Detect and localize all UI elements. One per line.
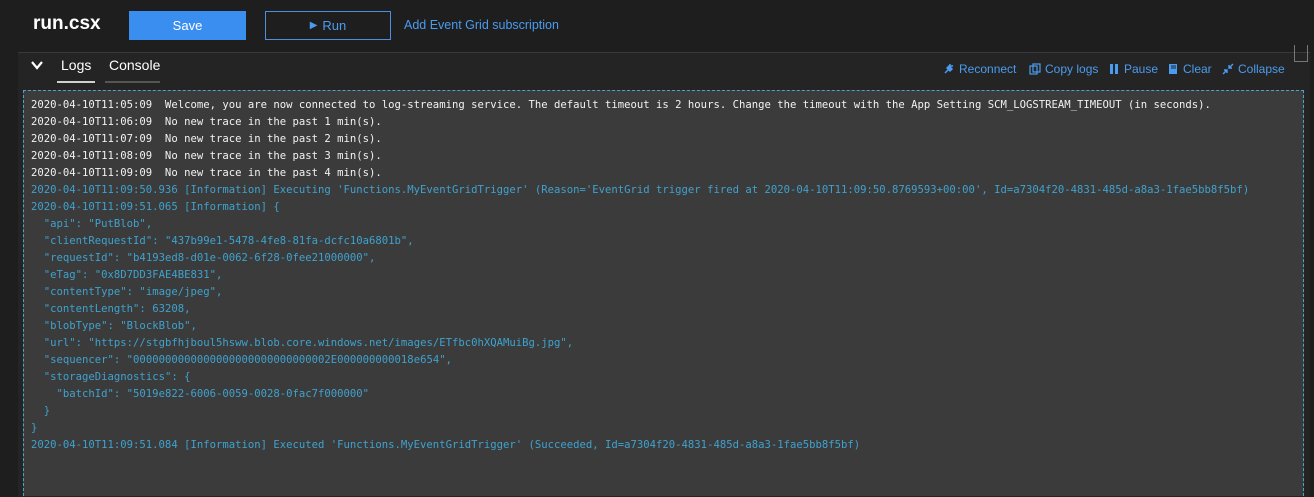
tab-logs-indicator [57, 81, 95, 83]
log-line: 2020-04-10T11:08:09 No new trace in the … [31, 150, 382, 162]
plug-icon [944, 64, 954, 74]
log-line: 2020-04-10T11:07:09 No new trace in the … [31, 133, 382, 145]
reconnect-label: Reconnect [959, 62, 1017, 76]
tab-logs[interactable]: Logs [61, 57, 91, 73]
run-label: Run [322, 18, 347, 33]
book-icon [1169, 64, 1177, 74]
log-line: "url": "https://stgbfhjboul5hsww.blob.co… [31, 337, 574, 349]
copy-logs-button[interactable]: Copy logs [1029, 62, 1098, 76]
collapse-button[interactable]: Collapse [1222, 62, 1285, 76]
log-line: "batchId": "5019e822-6006-0059-0028-0fac… [31, 388, 370, 400]
top-bar: run.csx Save ▶ Run Add Event Grid subscr… [0, 0, 1314, 50]
log-line: } [31, 422, 38, 434]
log-line: "contentType": "image/jpeg", [31, 286, 223, 298]
log-stream[interactable]: 2020-04-10T11:05:09 Welcome, you are now… [23, 90, 1304, 496]
clear-button[interactable]: Clear [1167, 62, 1212, 76]
log-line: 2020-04-10T11:05:09 Welcome, you are now… [31, 99, 1211, 111]
log-line: "blobType": "BlockBlob", [31, 320, 197, 332]
reconnect-button[interactable]: Reconnect [943, 62, 1016, 76]
add-event-grid-subscription-link[interactable]: Add Event Grid subscription [404, 18, 559, 32]
run-button[interactable]: ▶ Run [265, 11, 391, 40]
file-title: run.csx [33, 13, 101, 34]
clear-label: Clear [1183, 62, 1212, 76]
log-line: "requestId": "b4193ed8-d01e-0062-6f28-0f… [31, 252, 376, 264]
log-line: "sequencer": "00000000000000000000000000… [31, 354, 452, 366]
collapse-label: Collapse [1238, 62, 1285, 76]
log-line: "storageDiagnostics": { [31, 371, 191, 383]
log-line: "api": "PutBlob", [31, 218, 153, 230]
save-button[interactable]: Save [129, 11, 246, 40]
play-icon: ▶ [309, 20, 318, 31]
copy-logs-label: Copy logs [1045, 62, 1099, 76]
pause-icon [1110, 64, 1118, 74]
log-line: } [31, 405, 51, 417]
log-line: "clientRequestId": "437b99e1-5478-4fe8-8… [31, 235, 414, 247]
pause-button[interactable]: Pause [1108, 62, 1158, 76]
log-line: 2020-04-10T11:09:51.065 [Information] { [31, 201, 280, 213]
tab-console[interactable]: Console [109, 57, 160, 73]
log-line: 2020-04-10T11:06:09 No new trace in the … [31, 116, 382, 128]
log-line: 2020-04-10T11:09:51.084 [Information] Ex… [31, 439, 861, 451]
editor-scrollbar[interactable] [1294, 45, 1308, 62]
pause-label: Pause [1124, 62, 1159, 76]
collapse-icon [1222, 63, 1234, 75]
log-line: 2020-04-10T11:09:09 No new trace in the … [31, 167, 382, 179]
log-line: "eTag": "0x8D7DD3FAE4BE831", [31, 269, 223, 281]
chevron-down-icon[interactable] [30, 58, 44, 72]
log-line: 2020-04-10T11:09:50.936 [Information] Ex… [31, 184, 1250, 196]
tab-console-indicator [105, 81, 160, 83]
log-line: "contentLength": 63208, [31, 303, 191, 315]
log-lines: 2020-04-10T11:05:09 Welcome, you are now… [31, 97, 1291, 454]
copy-icon [1029, 63, 1041, 75]
